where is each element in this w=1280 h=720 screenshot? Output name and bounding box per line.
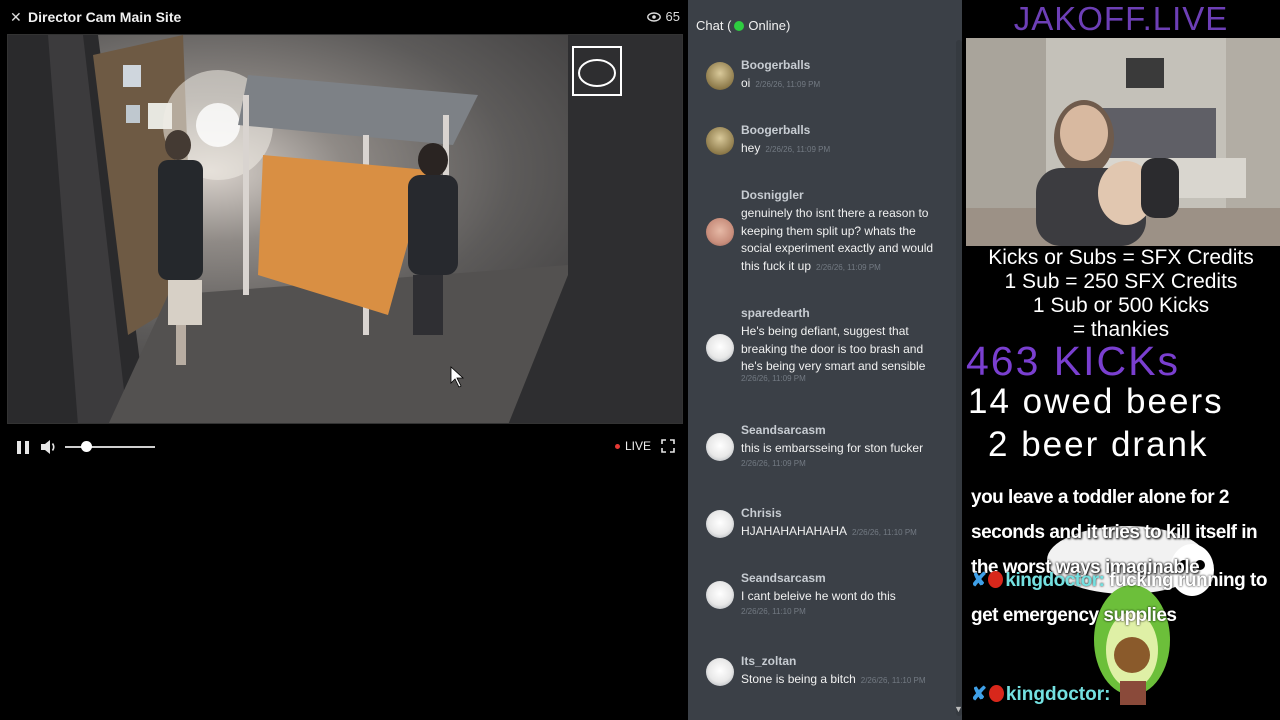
stream-overlay: JAKOFF.LIVE Kicks or Subs = SFX Credits … xyxy=(962,0,1280,720)
chat-username[interactable]: Boogerballs xyxy=(741,123,810,137)
chat-message: Seandsarcasm this is embarsseing for sto… xyxy=(688,423,954,483)
avatar[interactable] xyxy=(706,658,734,686)
chat-message-text: HJAHAHAHAHAHA 2/26/26, 11:10 PM xyxy=(741,523,946,542)
stream-screen: ✕ Director Cam Main Site 65 LIVE Chat (… xyxy=(0,0,1280,720)
chat-message-text: oi 2/26/26, 11:09 PM xyxy=(741,75,946,94)
badge-icon xyxy=(988,571,1004,588)
chat-message-text: this is embarsseing for ston fucker xyxy=(741,440,946,458)
streamer-webcam xyxy=(966,38,1280,246)
live-indicator: LIVE xyxy=(614,439,651,453)
chat-message-body: I cant beleive he wont do this xyxy=(741,589,896,603)
chat-timestamp: 2/26/26, 11:09 PM xyxy=(765,145,831,154)
chat-message-body: Stone is being a bitch xyxy=(741,672,856,686)
avatar[interactable] xyxy=(706,334,734,362)
owed-beers-counter: 14 owed beers xyxy=(968,382,1224,421)
chat-username[interactable]: Chrisis xyxy=(741,506,782,520)
chat-timestamp: 2/26/26, 11:09 PM xyxy=(741,374,806,383)
avatar[interactable] xyxy=(706,581,734,609)
sfx-info-line: 1 Sub = 250 SFX Credits xyxy=(1004,270,1238,293)
live-dot-icon xyxy=(614,443,620,449)
chat-message: Boogerballs hey 2/26/26, 11:09 PM xyxy=(688,123,954,171)
chat-feed-item: ✘ kingdoctor: fucking running to get emer… xyxy=(971,563,1276,633)
chat-message-body: He's being defiant, suggest that breakin… xyxy=(741,324,926,373)
online-status-icon xyxy=(734,20,745,31)
video-player-panel: ✕ Director Cam Main Site 65 LIVE xyxy=(0,0,688,720)
chat-timestamp: 2/26/26, 11:09 PM xyxy=(741,459,806,468)
avatar[interactable] xyxy=(706,510,734,538)
sword-icon: ✘ xyxy=(971,684,987,705)
chat-message: Seandsarcasm I cant beleive he wont do t… xyxy=(688,571,954,631)
pause-icon[interactable] xyxy=(17,441,29,454)
chat-message-text: genuinely tho isnt there a reason to kee… xyxy=(741,205,946,276)
chat-username[interactable]: Seandsarcasm xyxy=(741,571,826,585)
chat-timestamp: 2/26/26, 11:10 PM xyxy=(741,607,806,616)
chat-message: Chrisis HJAHAHAHAHAHA 2/26/26, 11:10 PM xyxy=(688,506,954,554)
chat-username[interactable]: sparedearth xyxy=(741,306,810,320)
emote-icon xyxy=(1119,681,1146,705)
chat-timestamp: 2/26/26, 11:09 PM xyxy=(755,80,821,89)
chat-message-body: oi xyxy=(741,76,751,90)
brand-title: JAKOFF.LIVE xyxy=(1013,0,1229,37)
chat-username[interactable]: Boogerballs xyxy=(741,58,810,72)
chat-header: Chat ( Online) xyxy=(696,18,790,33)
feed-username: kingdoctor: xyxy=(1005,570,1105,591)
player-header: ✕ Director Cam Main Site 65 xyxy=(0,0,688,34)
volume-slider[interactable] xyxy=(65,446,155,448)
video-feed[interactable] xyxy=(7,34,683,424)
sfx-info-line: Kicks or Subs = SFX Credits xyxy=(988,246,1254,269)
beer-drank-counter: 2 beer drank xyxy=(988,425,1209,464)
chat-feed-item: ✘ kingdoctor: xyxy=(971,680,1276,710)
chat-message-text: hey 2/26/26, 11:09 PM xyxy=(741,140,946,159)
chat-timestamp: 2/26/26, 11:10 PM xyxy=(860,676,926,685)
chat-message: Its_zoltan Stone is being a bitch 2/26/26… xyxy=(688,654,954,702)
kicks-counter: 463 KICKs xyxy=(966,338,1180,384)
webcam-image xyxy=(966,38,1280,246)
chat-message-body: this is embarsseing for ston fucker xyxy=(741,441,924,455)
avatar[interactable] xyxy=(706,62,734,90)
close-icon[interactable]: ✕ xyxy=(10,10,24,24)
chat-message: sparedearth He's being defiant, suggest … xyxy=(688,306,954,401)
player-title: Director Cam Main Site xyxy=(28,9,182,25)
feed-username: kingdoctor: xyxy=(1005,684,1111,705)
viewer-count: 65 xyxy=(646,9,680,24)
eye-icon xyxy=(646,11,661,22)
video-frame-image xyxy=(8,35,682,423)
chat-username[interactable]: Its_zoltan xyxy=(741,654,796,668)
badge-icon xyxy=(988,685,1004,702)
chat-username[interactable]: Seandsarcasm xyxy=(741,423,826,437)
avatar[interactable] xyxy=(706,433,734,461)
chat-timestamp: 2/26/26, 11:10 PM xyxy=(852,528,917,537)
volume-icon[interactable] xyxy=(39,438,59,456)
player-controls: LIVE xyxy=(7,432,683,462)
chat-message-body: hey xyxy=(741,141,761,155)
sfx-info-line: 1 Sub or 500 Kicks xyxy=(1032,294,1210,317)
chat-username[interactable]: Dosniggler xyxy=(741,188,804,202)
chat-message-text: I cant beleive he wont do this xyxy=(741,588,946,606)
chat-message: Dosniggler genuinely tho isnt there a re… xyxy=(688,188,954,288)
sword-icon: ✘ xyxy=(971,570,987,591)
fullscreen-icon[interactable] xyxy=(661,439,675,453)
chat-message-text: Stone is being a bitch 2/26/26, 11:10 PM xyxy=(741,671,946,690)
viewer-count-value: 65 xyxy=(665,9,680,24)
chat-header-status: Online) xyxy=(748,18,791,33)
chat-timestamp: 2/26/26, 11:09 PM xyxy=(816,262,881,272)
avatar[interactable] xyxy=(706,218,734,246)
chat-message-text: He's being defiant, suggest that breakin… xyxy=(741,323,946,376)
chat-panel: Chat ( Online) Boogerballs oi 2/26/26, 11… xyxy=(688,0,966,720)
chat-message-body: HJAHAHAHAHAHA xyxy=(741,524,848,538)
chat-message: Boogerballs oi 2/26/26, 11:09 PM xyxy=(688,58,954,106)
live-label: LIVE xyxy=(624,439,651,453)
chat-header-label: Chat ( xyxy=(696,18,732,33)
volume-slider-handle[interactable] xyxy=(81,441,92,452)
avatar[interactable] xyxy=(706,127,734,155)
